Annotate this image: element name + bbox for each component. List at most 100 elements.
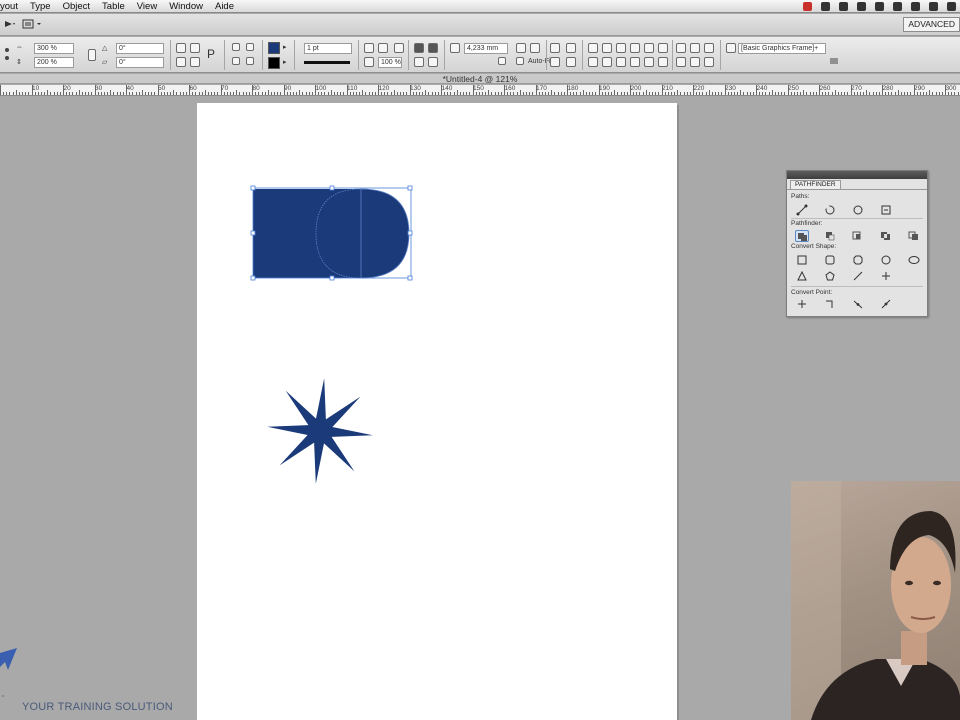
open-path-icon[interactable] xyxy=(823,204,837,216)
convert-rectangle-icon[interactable] xyxy=(795,254,809,266)
menu-layout[interactable]: yout xyxy=(0,1,26,12)
selection-handle[interactable] xyxy=(407,275,413,281)
object-style-dropdown[interactable]: [Basic Graphics Frame]+ xyxy=(738,43,826,54)
convert-triangle-icon[interactable] xyxy=(795,270,809,282)
wifi-icon[interactable] xyxy=(911,2,920,11)
select-next-icon[interactable] xyxy=(246,57,254,65)
distribute-bottom-icon[interactable] xyxy=(616,57,626,67)
intersect-shape-icon[interactable] xyxy=(851,230,865,242)
selection-handle[interactable] xyxy=(407,185,413,191)
convert-inverse-rounded-icon[interactable] xyxy=(879,254,893,266)
corner-size-field[interactable]: 4,233 mm xyxy=(464,43,508,54)
distribute-spacing-vertical-icon[interactable] xyxy=(676,57,686,67)
distribute-vertical-icon[interactable] xyxy=(602,57,612,67)
rectangle-shape[interactable] xyxy=(253,189,364,278)
stroke-type-preview[interactable] xyxy=(304,61,350,64)
wrap-shape-icon[interactable] xyxy=(414,57,424,67)
selection-handle[interactable] xyxy=(329,185,335,191)
reverse-path-icon[interactable] xyxy=(879,204,893,216)
select-content-icon[interactable] xyxy=(232,57,240,65)
reference-point-icon[interactable] xyxy=(3,45,11,63)
align-to-key-object-icon[interactable] xyxy=(704,57,714,67)
menu-help[interactable]: Aide xyxy=(211,1,242,12)
opacity-field[interactable]: 100 % xyxy=(378,57,402,68)
content-aware-fit-icon[interactable] xyxy=(566,57,576,67)
selection-handle[interactable] xyxy=(250,185,256,191)
select-container-icon[interactable] xyxy=(232,43,240,51)
join-path-icon[interactable] xyxy=(795,204,809,216)
scale-x-field[interactable]: 300 % xyxy=(34,43,74,54)
panel-titlebar[interactable] xyxy=(787,171,927,179)
align-to-page-icon[interactable] xyxy=(704,43,714,53)
selection-handle[interactable] xyxy=(407,230,413,236)
symmetrical-point-icon[interactable] xyxy=(879,298,893,310)
close-path-icon[interactable] xyxy=(851,204,865,216)
center-content-icon[interactable] xyxy=(550,57,560,67)
shear-field[interactable]: 0° xyxy=(116,57,164,68)
wrap-bounding-icon[interactable] xyxy=(428,43,438,53)
view-options-icon[interactable] xyxy=(22,18,44,31)
opacity-icon[interactable] xyxy=(364,57,374,67)
fill-swatch[interactable] xyxy=(268,42,280,54)
tray-bluetooth-icon[interactable] xyxy=(893,2,902,11)
menu-table[interactable]: Table xyxy=(98,1,133,12)
menu-window[interactable]: Window xyxy=(165,1,211,12)
align-to-selection-icon[interactable] xyxy=(676,43,686,53)
wrap-jump-icon[interactable] xyxy=(428,57,438,67)
rotate-ccw-icon[interactable] xyxy=(190,43,200,53)
drop-shadow-icon[interactable] xyxy=(364,43,374,53)
select-previous-icon[interactable] xyxy=(246,43,254,51)
tool-mode-icon[interactable] xyxy=(3,18,17,31)
stroke-menu-arrow-icon[interactable]: ▸ xyxy=(283,58,287,66)
stroke-weight-field[interactable]: 1 pt xyxy=(304,43,352,54)
convert-polygon-icon[interactable] xyxy=(823,270,837,282)
document-page[interactable] xyxy=(197,103,677,720)
distribute-right-icon[interactable] xyxy=(658,57,668,67)
corner-point-icon[interactable] xyxy=(823,298,837,310)
flip-vertical-icon[interactable] xyxy=(190,57,200,67)
add-shape-icon[interactable] xyxy=(795,230,809,242)
distribute-horizontal-icon[interactable] xyxy=(644,57,654,67)
fill-menu-arrow-icon[interactable]: ▸ xyxy=(283,43,287,51)
scale-y-field[interactable]: 200 % xyxy=(34,57,74,68)
align-left-edges-icon[interactable] xyxy=(588,43,598,53)
tray-app-icon[interactable] xyxy=(821,2,830,11)
convert-ellipse-icon[interactable] xyxy=(907,254,921,266)
fit-frame-content-icon[interactable] xyxy=(530,43,540,53)
convert-rounded-rectangle-icon[interactable] xyxy=(823,254,837,266)
selection-handle[interactable] xyxy=(329,275,335,281)
menu-type[interactable]: Type xyxy=(26,1,59,12)
selection-handle[interactable] xyxy=(250,230,256,236)
corner-options-icon[interactable] xyxy=(450,43,460,53)
subtract-shape-icon[interactable] xyxy=(823,230,837,242)
horizontal-ruler[interactable]: 10 20 30 40 50 60 70 80 90 100 110 120 130 140 150 160 1… xyxy=(0,85,960,96)
convert-beveled-rectangle-icon[interactable] xyxy=(851,254,865,266)
corner-shape-menu-icon[interactable] xyxy=(498,57,506,65)
distribute-left-icon[interactable] xyxy=(630,57,640,67)
convert-line-icon[interactable] xyxy=(851,270,865,282)
align-to-margins-icon[interactable] xyxy=(690,43,700,53)
rotate-cw-icon[interactable] xyxy=(176,43,186,53)
rotation-field[interactable]: 0° xyxy=(116,43,164,54)
align-horizontal-centers-icon[interactable] xyxy=(602,43,612,53)
path-type-icon[interactable]: P xyxy=(207,47,215,61)
constrain-proportions-icon[interactable] xyxy=(88,49,96,61)
auto-fit-checkbox[interactable] xyxy=(516,57,524,65)
smooth-point-icon[interactable] xyxy=(851,298,865,310)
distribute-top-icon[interactable] xyxy=(588,57,598,67)
align-top-edges-icon[interactable] xyxy=(630,43,640,53)
semicircle-shape[interactable] xyxy=(360,188,410,279)
tray-utility-icon[interactable] xyxy=(839,2,848,11)
battery-icon[interactable] xyxy=(947,2,956,11)
fit-content-frame-icon[interactable] xyxy=(516,43,526,53)
exclude-overlap-icon[interactable] xyxy=(879,230,893,242)
volume-icon[interactable] xyxy=(929,2,938,11)
distribute-spacing-horizontal-icon[interactable] xyxy=(690,57,700,67)
align-bottom-edges-icon[interactable] xyxy=(658,43,668,53)
menu-object[interactable]: Object xyxy=(59,1,98,12)
plain-point-icon[interactable] xyxy=(795,298,809,310)
flip-horizontal-icon[interactable] xyxy=(176,57,186,67)
fit-proportionally-icon[interactable] xyxy=(550,43,560,53)
pathfinder-tab[interactable]: PATHFINDER xyxy=(790,180,841,189)
selection-handle[interactable] xyxy=(250,275,256,281)
